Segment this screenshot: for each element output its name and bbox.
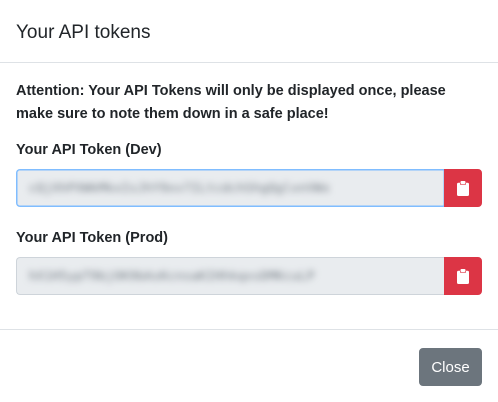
- dev-token-group: cQjXhPXWkMkxIsJhY9xv7ILtcdchShgQglxnVWx: [16, 169, 482, 207]
- prod-token-field[interactable]: hX1H5ypT9bjOK9bAsKcnsaKIHhkqxsDMKcuLP: [16, 257, 444, 295]
- modal-footer: Close: [0, 331, 498, 402]
- attention-message: Attention: Your API Tokens will only be …: [16, 83, 446, 122]
- close-button[interactable]: Close: [419, 348, 482, 386]
- prod-token-group: hX1H5ypT9bjOK9bAsKcnsaKIHhkqxsDMKcuLP: [16, 257, 482, 295]
- dev-token-label: Your API Token (Dev): [16, 142, 162, 158]
- copy-dev-token-button[interactable]: [444, 169, 482, 207]
- modal-body: Attention: Your API Tokens will only be …: [0, 63, 498, 330]
- modal-title: Your API tokens: [16, 22, 151, 43]
- dev-token-value: cQjXhPXWkMkxIsJhY9xv7ILtcdchShgQglxnVWx: [29, 181, 331, 195]
- clipboard-icon: [457, 180, 469, 196]
- modal-header: Your API tokens: [0, 0, 498, 63]
- dev-token-field[interactable]: cQjXhPXWkMkxIsJhY9xv7ILtcdchShgQglxnVWx: [16, 169, 444, 207]
- prod-token-label: Your API Token (Prod): [16, 230, 168, 246]
- api-tokens-modal: Your API tokens Attention: Your API Toke…: [0, 0, 498, 402]
- clipboard-icon: [457, 268, 469, 284]
- copy-prod-token-button[interactable]: [444, 257, 482, 295]
- prod-token-value: hX1H5ypT9bjOK9bAsKcnsaKIHhkqxsDMKcuLP: [29, 269, 315, 283]
